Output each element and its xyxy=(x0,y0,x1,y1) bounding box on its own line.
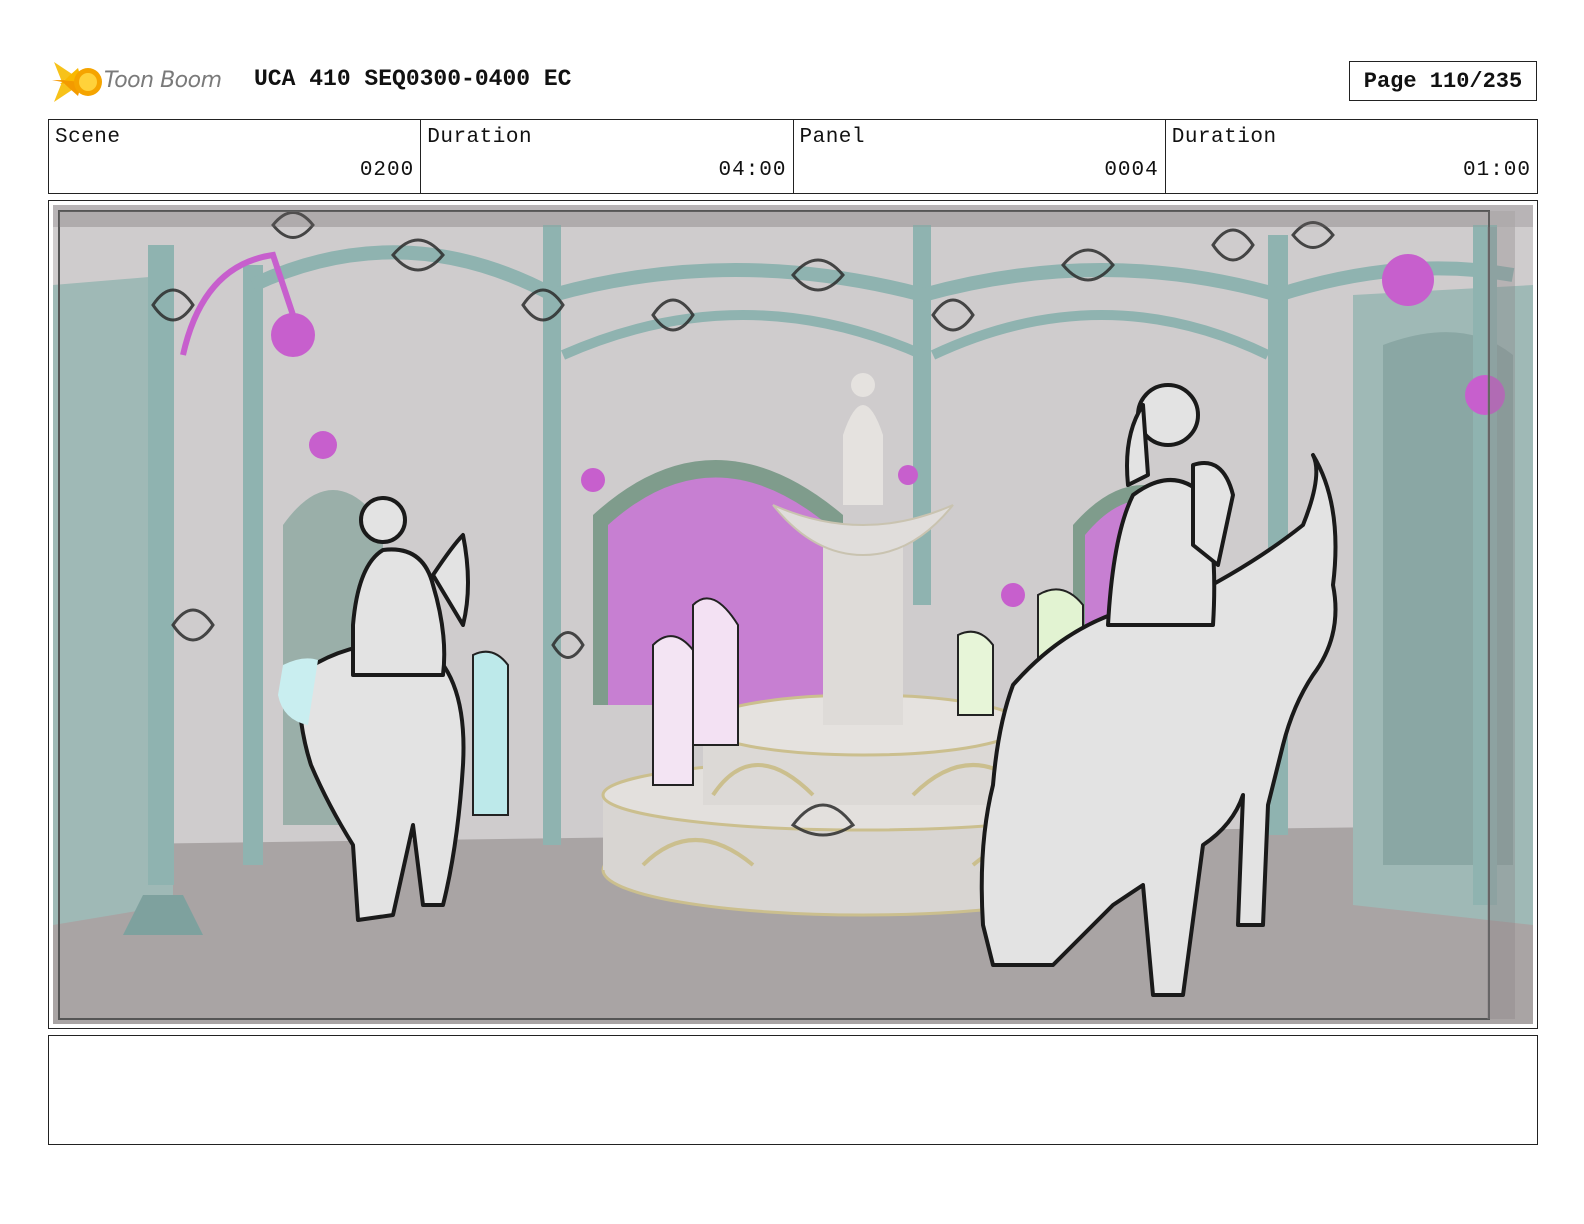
panel-value: 0004 xyxy=(1104,159,1159,182)
scene-cell: Scene 0200 xyxy=(49,120,422,193)
panel-label: Panel xyxy=(799,126,866,149)
scene-duration-label: Duration xyxy=(427,126,533,149)
sunburst-icon xyxy=(52,62,102,102)
page-header: Toon Boom UCA 410 SEQ0300-0400 EC Page 1… xyxy=(48,56,1538,106)
panel-duration-label: Duration xyxy=(1171,126,1277,149)
storyboard-panel-frame xyxy=(48,200,1538,1029)
page-number: Page 110/235 xyxy=(1349,61,1537,101)
scene-duration-value: 04:00 xyxy=(718,159,787,182)
scene-label: Scene xyxy=(55,126,121,149)
scene-duration-cell: Duration 04:00 xyxy=(421,120,794,193)
scene-info-row: Scene 0200 Duration 04:00 Panel 0004 Dur… xyxy=(48,119,1538,194)
toon-boom-logo: Toon Boom xyxy=(52,58,242,106)
storyboard-panel-image xyxy=(53,205,1533,1024)
panel-cell: Panel 0004 xyxy=(794,120,1166,193)
document-title: UCA 410 SEQ0300-0400 EC xyxy=(254,66,572,92)
panel-notes-box xyxy=(48,1035,1538,1145)
panel-duration-cell: Duration 01:00 xyxy=(1166,120,1537,193)
panel-duration-value: 01:00 xyxy=(1462,159,1531,182)
logo-text: Toon Boom xyxy=(104,68,222,93)
scene-value: 0200 xyxy=(359,159,415,182)
